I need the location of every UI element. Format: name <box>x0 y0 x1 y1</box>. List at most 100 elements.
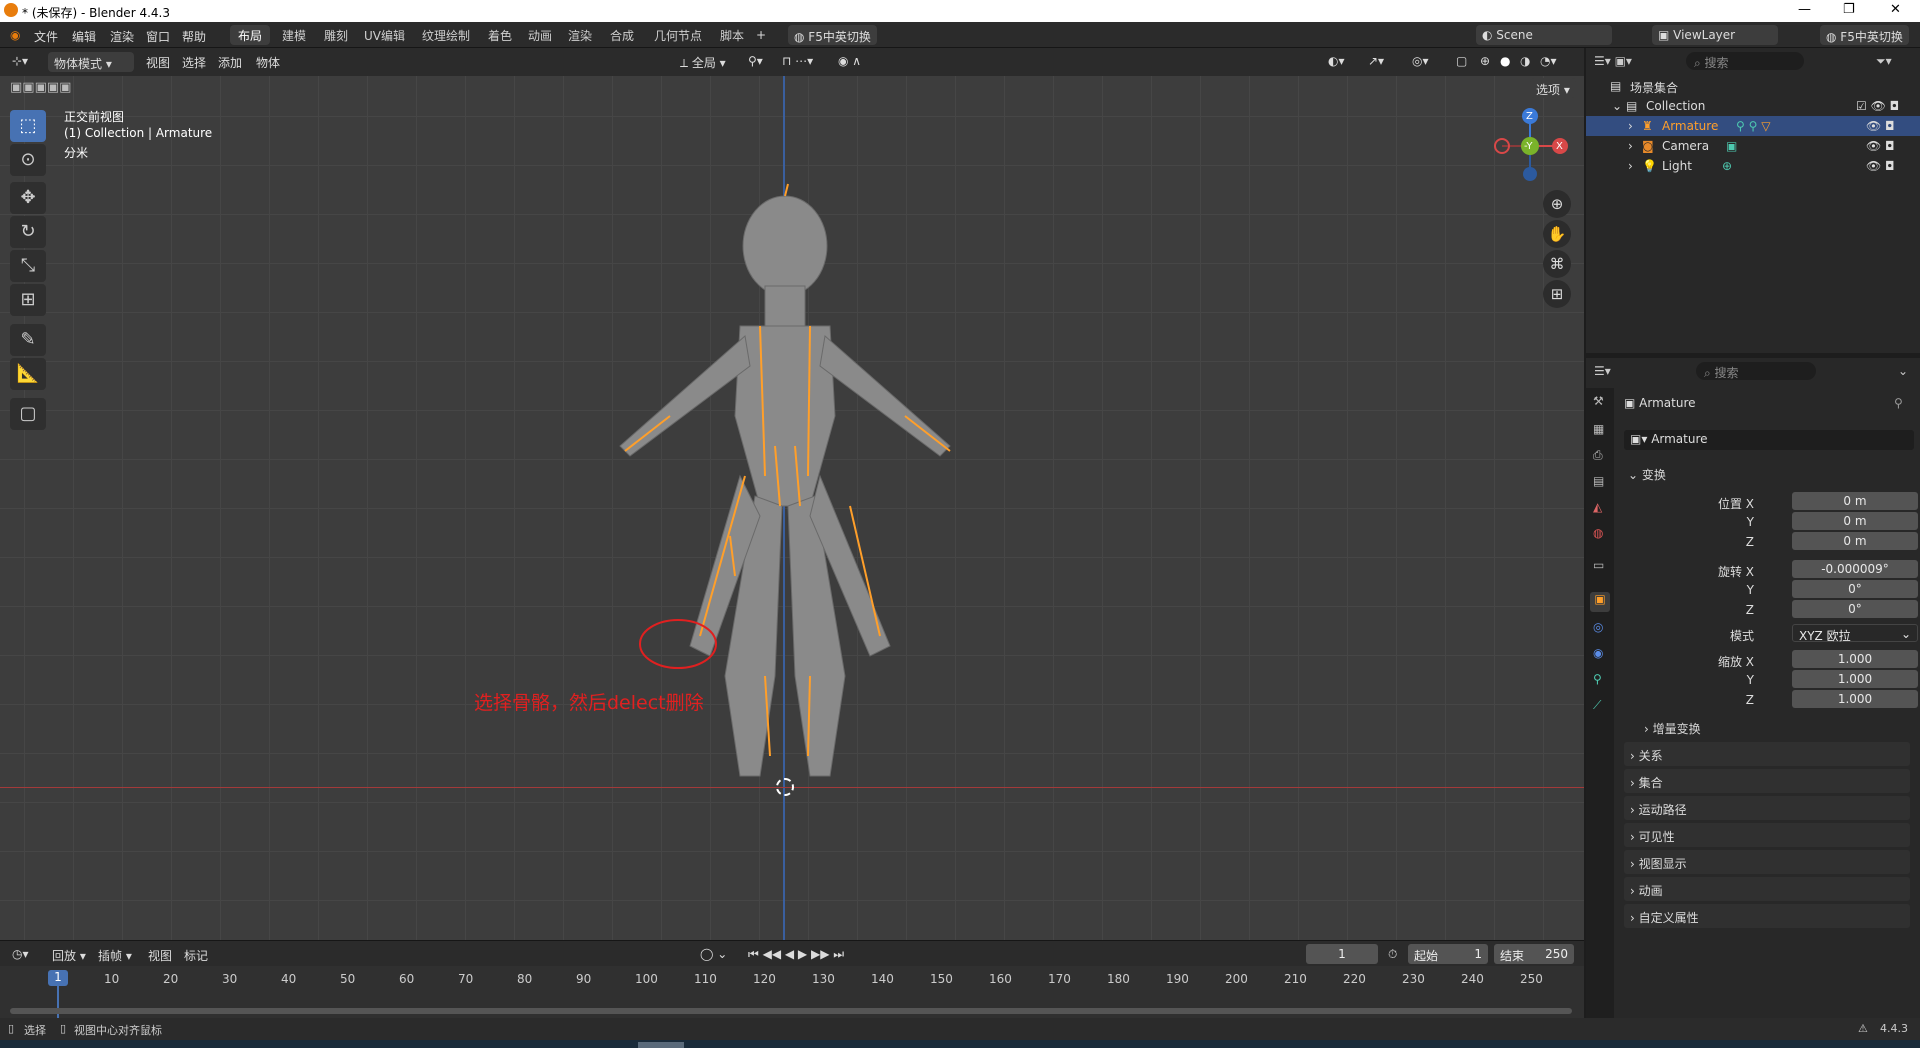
tab-animation[interactable]: 动画 <box>520 25 560 45</box>
menu-render[interactable]: 渲染 <box>110 28 134 45</box>
timeline-scrollbar[interactable] <box>10 1008 1572 1014</box>
location-x-field[interactable]: 0 m <box>1792 492 1918 510</box>
pin-icon[interactable]: ⚲ <box>1894 396 1903 410</box>
overlay-toggle-icon[interactable]: ◎▾ <box>1412 54 1429 68</box>
outliner-scene-collection[interactable]: ▤ 场景集合 <box>1586 76 1920 96</box>
chevron-down-icon[interactable]: ⌄ <box>1898 364 1908 378</box>
view-layer-tab-icon[interactable]: ▤ <box>1593 474 1604 488</box>
viewlayer-selector[interactable]: ▣ ViewLayer <box>1652 25 1778 45</box>
timeline-area[interactable]: 1 10 20 30 40 50 60 70 80 90 100 110 120 130 140 150 16… <box>0 966 1584 1018</box>
bone-tab-icon[interactable]: ⟋ <box>1593 698 1601 713</box>
current-frame-field[interactable]: 1 <box>1306 944 1378 964</box>
tab-texture-paint[interactable]: 纹理绘制 <box>414 25 478 45</box>
auto-key-icon[interactable]: ◯ ⌄ <box>700 947 727 961</box>
clock-icon[interactable]: ⏱ <box>1388 947 1397 962</box>
xray-icon[interactable]: ▢ <box>1456 54 1467 68</box>
annotate-tool-icon[interactable]: ✎ <box>10 324 46 356</box>
render-tab-icon[interactable]: ▦ <box>1593 422 1604 436</box>
close-icon[interactable]: ✕ <box>1890 2 1901 17</box>
panel-collections[interactable]: › 集合 <box>1624 769 1910 793</box>
lang-switch-button[interactable]: ◍ F5中英切换 <box>788 25 877 45</box>
rotation-mode-dropdown[interactable]: XYZ 欧拉 ⌄ <box>1792 624 1918 643</box>
rotation-y-field[interactable]: 0° <box>1792 580 1918 598</box>
outliner-search[interactable]: ⌕ 搜索 <box>1686 52 1804 70</box>
physics-tab-icon[interactable]: ◉ <box>1593 646 1603 660</box>
menu-view[interactable]: 视图 <box>146 54 170 71</box>
scene-selector[interactable]: ◐ Scene <box>1476 25 1612 45</box>
menu-file[interactable]: 文件 <box>34 28 58 45</box>
3d-viewport[interactable]: ▣▣▣▣▣ 选项 ▾ ⬚ ⊙ ✥ ↻ ⤡ ⊞ ✎ 📐 ▢ 正交前视图 (1) C… <box>0 76 1584 940</box>
taskbar-item[interactable] <box>638 1042 684 1048</box>
maximize-icon[interactable]: ❐ <box>1843 2 1855 17</box>
panel-motion-paths[interactable]: › 运动路径 <box>1624 796 1910 820</box>
tab-scripting[interactable]: 脚本 <box>712 25 752 45</box>
camera-view-icon[interactable]: ⌘ <box>1543 250 1571 278</box>
menu-timeline-view[interactable]: 视图 <box>148 947 172 964</box>
snap-icon[interactable]: ⊓ ⋯▾ <box>782 54 813 68</box>
zoom-icon[interactable]: ⊕ <box>1543 190 1571 218</box>
panel-visibility[interactable]: › 可见性 <box>1624 823 1910 847</box>
scale-z-field[interactable]: 1.000 <box>1792 690 1918 708</box>
rotate-tool-icon[interactable]: ↻ <box>10 216 46 248</box>
modifiers-tab-icon[interactable]: ◎ <box>1593 620 1603 634</box>
delta-transform-header[interactable]: › 增量变换 <box>1644 720 1701 737</box>
tab-geometry-nodes[interactable]: 几何节点 <box>646 25 710 45</box>
tab-modeling[interactable]: 建模 <box>274 25 314 45</box>
panel-animation[interactable]: › 动画 <box>1624 877 1910 901</box>
mode-dropdown[interactable]: 物体模式 ▾ <box>48 52 134 72</box>
select-mode-icons[interactable]: ▣▣▣▣▣ <box>10 80 71 95</box>
shading-solid-icon[interactable]: ● <box>1500 54 1510 68</box>
scale-x-field[interactable]: 1.000 <box>1792 650 1918 668</box>
outliner-collection[interactable]: ⌄ ▤ Collection ☑ 👁 ◘ <box>1586 96 1920 116</box>
character-model[interactable] <box>560 176 1000 876</box>
proportional-edit-icon[interactable]: ◉ ∧ <box>838 54 861 68</box>
scene-tab-icon[interactable]: ◭ <box>1593 500 1602 514</box>
visibility-icon[interactable]: ◐▾ <box>1328 54 1345 68</box>
blender-menu-icon[interactable]: ◉ <box>10 28 20 42</box>
outliner-item-camera[interactable]: › ◙ Camera ▣ 👁 ◘ <box>1586 136 1920 156</box>
tab-uv[interactable]: UV编辑 <box>356 25 413 45</box>
world-tab-icon[interactable]: ◍ <box>1593 526 1603 540</box>
playback-controls-icon[interactable]: ⏮ ◀◀ ◀ ▶ ▶▶ ⏭ <box>748 947 844 962</box>
timeline-editor-icon[interactable]: ◷▾ <box>12 947 29 961</box>
pan-hand-icon[interactable]: ✋ <box>1543 220 1571 248</box>
playhead[interactable]: 1 <box>48 970 68 986</box>
object-tab-icon[interactable]: ▣ <box>1590 592 1610 612</box>
rotation-x-field[interactable]: -0.000009° <box>1792 560 1918 578</box>
tab-compositing[interactable]: 合成 <box>602 25 642 45</box>
end-frame-field[interactable]: 结束 250 <box>1494 944 1574 964</box>
menu-edit[interactable]: 编辑 <box>72 28 96 45</box>
options-dropdown[interactable]: 选项 ▾ <box>1530 78 1576 98</box>
menu-window[interactable]: 窗口 <box>146 28 170 45</box>
tool-tab-icon[interactable]: ⚒ <box>1593 394 1604 408</box>
properties-search[interactable]: ⌕ 搜索 <box>1696 362 1816 380</box>
outliner-editor-icon[interactable]: ☰▾ ▣▾ <box>1594 54 1632 68</box>
scale-y-field[interactable]: 1.000 <box>1792 670 1918 688</box>
object-name-field[interactable]: ▣▾ Armature <box>1624 430 1914 450</box>
scale-tool-icon[interactable]: ⤡ <box>10 250 46 282</box>
menu-marker[interactable]: 标记 <box>184 947 208 964</box>
outliner-item-light[interactable]: › 💡 Light ⊕ 👁 ◘ <box>1586 156 1920 176</box>
orientation-dropdown[interactable]: ⟂ 全局 ▾ <box>680 54 726 71</box>
add-workspace-icon[interactable]: + <box>756 28 766 42</box>
menu-select[interactable]: 选择 <box>182 54 206 71</box>
pivot-icon[interactable]: ⚲▾ <box>748 54 763 68</box>
panel-relations[interactable]: › 关系 <box>1624 742 1910 766</box>
gizmo-toggle-icon[interactable]: ↗▾ <box>1368 54 1384 68</box>
select-box-tool-icon[interactable]: ⬚ <box>10 110 46 142</box>
shading-wireframe-icon[interactable]: ⊕ <box>1480 54 1490 68</box>
shading-material-icon[interactable]: ◑ <box>1520 54 1530 68</box>
armature-data-tab-icon[interactable]: ⚲ <box>1593 672 1602 686</box>
cursor-tool-icon[interactable]: ⊙ <box>10 144 46 176</box>
start-frame-field[interactable]: 起始 1 <box>1408 944 1488 964</box>
eye-camera-icons[interactable]: 👁 ◘ <box>1866 159 1895 173</box>
properties-editor-icon[interactable]: ☰▾ <box>1594 364 1611 378</box>
panel-custom-properties[interactable]: › 自定义属性 <box>1624 904 1910 928</box>
output-tab-icon[interactable]: ⎙ <box>1593 448 1603 463</box>
menu-playback[interactable]: 回放 ▾ <box>52 947 86 964</box>
menu-add[interactable]: 添加 <box>218 54 242 71</box>
outliner-item-armature[interactable]: › ♜ Armature ⚲ ⚲ ▽ 👁 ◘ <box>1586 116 1920 136</box>
shading-rendered-icon[interactable]: ◔▾ <box>1540 54 1557 68</box>
collection-tab-icon[interactable]: ▭ <box>1593 558 1604 572</box>
menu-object[interactable]: 物体 <box>256 54 280 71</box>
